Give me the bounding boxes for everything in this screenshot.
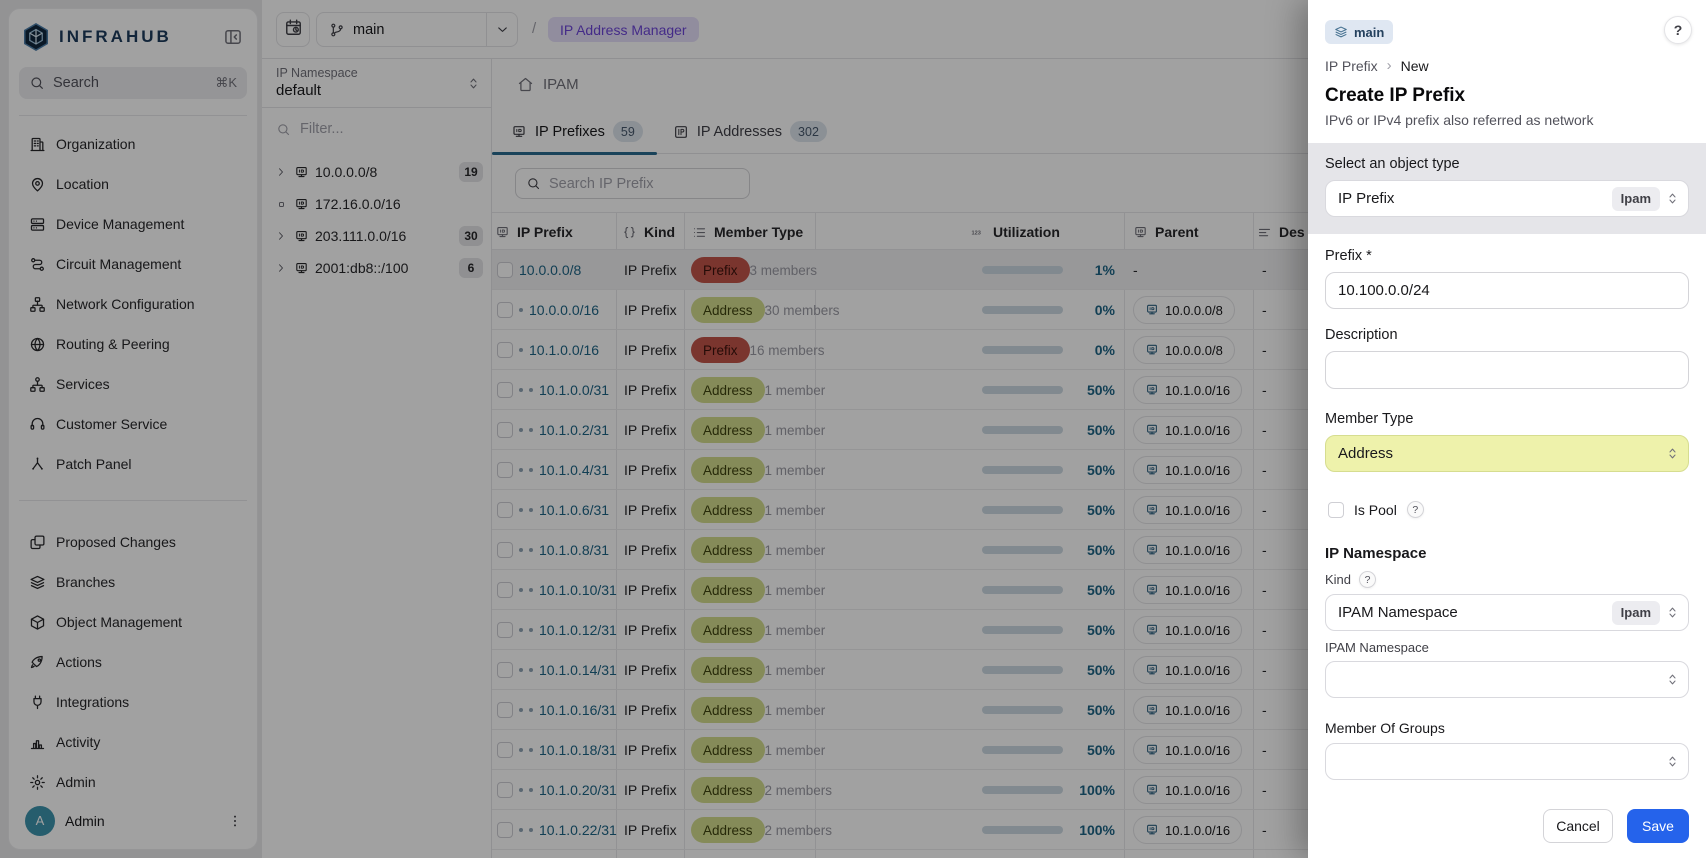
prefix-input[interactable]: [1325, 272, 1689, 309]
breadcrumb-parent[interactable]: IP Prefix: [1325, 58, 1378, 74]
stepper-icon: [1665, 446, 1680, 461]
ipam-namespace-select[interactable]: [1325, 661, 1689, 698]
description-input[interactable]: [1325, 351, 1689, 389]
branch-badge: main: [1325, 20, 1393, 44]
drawer-subtitle: IPv6 or IPv4 prefix also referred as net…: [1325, 112, 1689, 128]
kind-select[interactable]: IPAM Namespace Ipam: [1325, 594, 1689, 631]
member-of-groups-select[interactable]: [1325, 743, 1689, 780]
is-pool-help-icon[interactable]: ?: [1407, 501, 1424, 518]
drawer-breadcrumb: IP Prefix › New: [1325, 57, 1689, 74]
object-type-select[interactable]: IP Prefix Ipam: [1325, 180, 1689, 217]
ipam-namespace-label: IPAM Namespace: [1325, 640, 1689, 655]
ipam-chip: Ipam: [1612, 601, 1660, 625]
kind-label: Kind: [1325, 572, 1351, 587]
chevron-right-icon: ›: [1387, 57, 1392, 74]
cancel-button[interactable]: Cancel: [1543, 809, 1613, 843]
stepper-icon: [1665, 754, 1680, 769]
save-button[interactable]: Save: [1627, 809, 1689, 843]
ip-namespace-section-title: IP Namespace: [1325, 545, 1689, 562]
app-root: INFRAHUB Search ⌘K Organization Location…: [0, 0, 1706, 858]
create-ip-prefix-drawer: main ? IP Prefix › New Create IP Prefix …: [1308, 0, 1706, 858]
stepper-icon: [1665, 605, 1680, 620]
member-type-select[interactable]: Address: [1325, 435, 1689, 472]
modal-overlay[interactable]: [0, 0, 1308, 858]
stepper-icon: [1665, 191, 1680, 206]
help-button[interactable]: ?: [1664, 16, 1692, 44]
description-label: Description: [1325, 327, 1689, 343]
drawer-title: Create IP Prefix: [1325, 85, 1689, 107]
object-type-section: Select an object type IP Prefix Ipam: [1308, 143, 1706, 234]
member-type-label: Member Type: [1325, 411, 1689, 427]
kind-help-icon[interactable]: ?: [1359, 571, 1376, 588]
ipam-chip: Ipam: [1612, 187, 1660, 211]
layers-icon: [1334, 25, 1348, 39]
is-pool-label: Is Pool: [1354, 502, 1397, 518]
member-of-groups-label: Member Of Groups: [1325, 720, 1689, 736]
stepper-icon: [1665, 672, 1680, 687]
prefix-label: Prefix *: [1325, 248, 1689, 264]
object-type-label: Select an object type: [1325, 156, 1689, 172]
breadcrumb-current: New: [1401, 58, 1429, 74]
workspace: INFRAHUB Search ⌘K Organization Location…: [0, 0, 1308, 858]
is-pool-checkbox[interactable]: [1328, 502, 1344, 518]
